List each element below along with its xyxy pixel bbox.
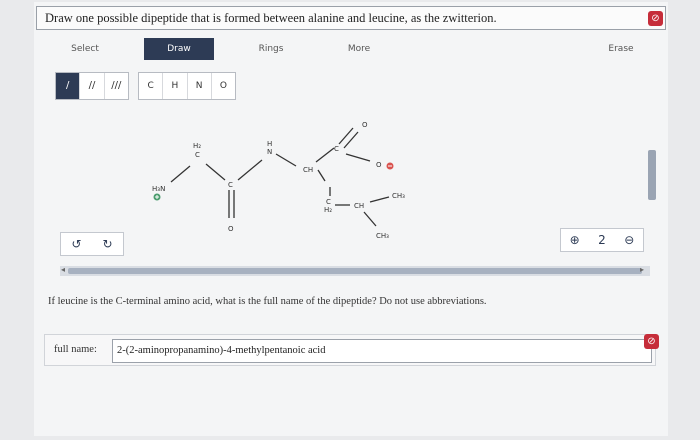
bond-ch-c: [315, 147, 335, 163]
label-c-carboxyl: C: [334, 145, 339, 153]
label-h2-side: H₂: [324, 206, 332, 214]
scroll-left-icon[interactable]: ◂: [61, 265, 65, 274]
follow-up-question: If leucine is the C-terminal amino acid,…: [48, 296, 487, 307]
bond-cdo-2: [338, 127, 354, 145]
label-ch3-a: CH₃: [392, 192, 405, 200]
label-ch3-b: CH₃: [376, 232, 389, 240]
rings-tab[interactable]: Rings: [236, 38, 306, 60]
label-ch-alpha: CH: [303, 166, 313, 174]
label-o-carbonyl: O: [228, 225, 234, 233]
zoom-out-icon[interactable]: ⊖: [616, 229, 643, 251]
scroll-right-icon[interactable]: ▸: [640, 265, 644, 274]
label-o-double: O: [362, 121, 368, 129]
bond-ch-side-a: [317, 169, 326, 182]
bond-c-n: [237, 159, 263, 181]
double-bond-button[interactable]: //: [80, 73, 105, 99]
atom-c-button[interactable]: C: [139, 73, 164, 99]
label-c-side: C: [326, 198, 331, 206]
erase-tab[interactable]: Erase: [586, 38, 656, 60]
editor-toolbar: Select Draw Rings More Erase: [40, 36, 656, 62]
full-name-input[interactable]: 2-(2-aminopropanamino)-4-methylpentanoic…: [112, 339, 652, 363]
atom-tools: C H N O: [138, 72, 236, 100]
full-name-label: full name:: [54, 344, 97, 355]
atom-h-button[interactable]: H: [163, 73, 188, 99]
label-ch2-h2: H₂: [193, 142, 201, 150]
label-ch-branch: CH: [354, 202, 364, 210]
bond-tools: / // ///: [55, 72, 129, 100]
bond-cdo-1: [343, 131, 359, 149]
horizontal-scrollbar-thumb[interactable]: [68, 268, 642, 274]
zoom-in-icon[interactable]: ⊕: [561, 229, 588, 251]
label-h3n: H₃N: [152, 185, 165, 193]
triple-bond-button[interactable]: ///: [105, 73, 128, 99]
redo-button[interactable]: ↻: [92, 233, 123, 255]
label-h-amide: H: [267, 140, 272, 148]
zoom-group: ⊕ 2 ⊖: [560, 228, 644, 252]
more-tab[interactable]: More: [324, 38, 394, 60]
vertical-scrollbar[interactable]: [648, 150, 656, 200]
bond-ch-ch3a: [369, 196, 390, 203]
label-n-amide: N: [267, 148, 272, 156]
bond-c-ominus: [345, 153, 371, 162]
atom-n-button[interactable]: N: [188, 73, 212, 99]
label-c-carbonyl: C: [228, 181, 233, 189]
zoom-reset-icon[interactable]: 2: [588, 229, 615, 251]
atom-o-button[interactable]: O: [212, 73, 235, 99]
label-o-minus: O: [376, 161, 382, 169]
undo-redo-group: ↺ ↻: [60, 232, 124, 256]
single-bond-button[interactable]: /: [56, 73, 81, 99]
draw-tab[interactable]: Draw: [144, 38, 214, 60]
bond-ch-ch3b: [363, 211, 377, 227]
undo-button[interactable]: ↺: [61, 233, 92, 255]
question-text: Draw one possible dipeptide that is form…: [36, 6, 666, 30]
select-tab[interactable]: Select: [50, 38, 120, 60]
bond-ch2-c: [205, 163, 226, 181]
bond-n-ch: [275, 153, 297, 167]
bond-n-ch2: [170, 165, 191, 183]
label-ch2-c: C: [195, 151, 200, 159]
incorrect-badge-icon: ⊘: [648, 11, 663, 26]
answer-incorrect-icon: ⊘: [644, 334, 659, 349]
